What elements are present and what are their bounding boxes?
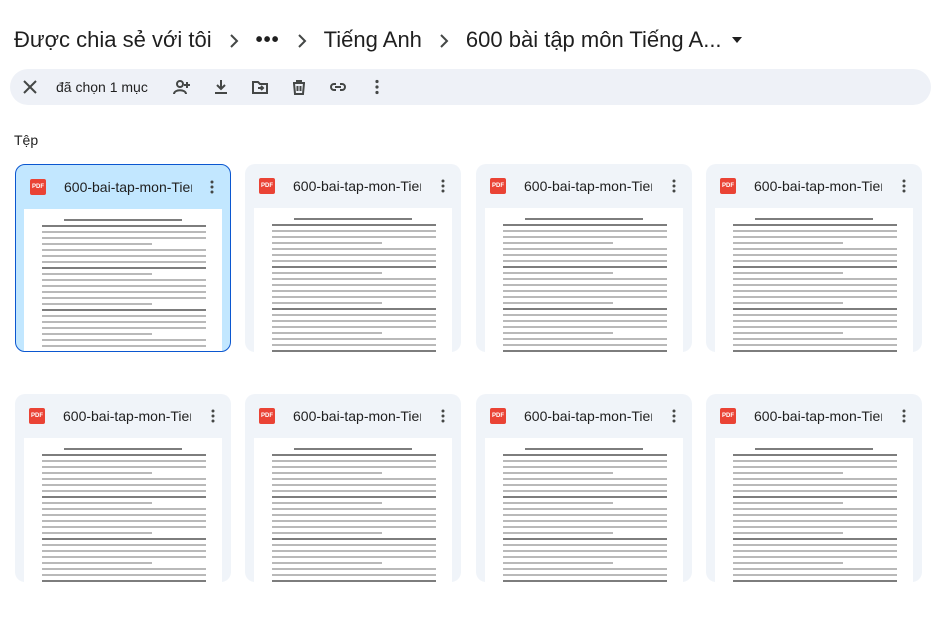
selection-toolbar: đã chọn 1 mục bbox=[10, 69, 931, 105]
file-card[interactable]: PDF 600-bai-tap-mon-Tieng-Anh bbox=[245, 394, 461, 582]
file-thumbnail bbox=[254, 438, 452, 582]
file-name: 600-bai-tap-mon-Tieng-Anh bbox=[524, 178, 652, 194]
file-name: 600-bai-tap-mon-Tieng-Anh bbox=[293, 408, 421, 424]
file-name: 600-bai-tap-mon-Tieng-Anh bbox=[293, 178, 421, 194]
pdf-file-icon: PDF bbox=[29, 408, 45, 424]
download-icon[interactable] bbox=[209, 75, 233, 99]
more-vert-icon[interactable] bbox=[198, 173, 226, 201]
chevron-right-icon bbox=[226, 27, 242, 53]
file-card-header: PDF 600-bai-tap-mon-Tieng-Anh bbox=[16, 165, 230, 209]
breadcrumb-current-folder[interactable]: 600 bài tập môn Tiếng A... bbox=[466, 27, 722, 53]
file-card-header: PDF 600-bai-tap-mon-Tieng-Anh bbox=[15, 394, 231, 438]
section-label-files: Tệp bbox=[14, 132, 39, 148]
file-thumbnail bbox=[715, 208, 913, 352]
breadcrumb-folder-tieng-anh[interactable]: Tiếng Anh bbox=[324, 27, 422, 53]
file-name: 600-bai-tap-mon-Tieng-Anh bbox=[754, 178, 882, 194]
file-name: 600-bai-tap-mon-Tieng-Anh bbox=[63, 408, 191, 424]
more-vert-icon[interactable] bbox=[660, 402, 688, 430]
file-card-header: PDF 600-bai-tap-mon-Tieng-Anh bbox=[706, 164, 922, 208]
file-thumbnail bbox=[254, 208, 452, 352]
breadcrumb-more-button[interactable]: ••• bbox=[256, 29, 280, 52]
trash-icon[interactable] bbox=[287, 75, 311, 99]
chevron-right-icon bbox=[436, 27, 452, 53]
more-vert-icon[interactable] bbox=[199, 402, 227, 430]
file-card-header: PDF 600-bai-tap-mon-Tieng-Anh bbox=[706, 394, 922, 438]
move-to-folder-icon[interactable] bbox=[248, 75, 272, 99]
file-card-header: PDF 600-bai-tap-mon-Tieng-Anh bbox=[245, 164, 461, 208]
pdf-file-icon: PDF bbox=[259, 178, 275, 194]
selection-count: đã chọn 1 mục bbox=[56, 79, 148, 95]
file-card[interactable]: PDF 600-bai-tap-mon-Tieng-Anh bbox=[245, 164, 461, 352]
file-card[interactable]: PDF 600-bai-tap-mon-Tieng-Anh bbox=[15, 394, 231, 582]
close-icon[interactable] bbox=[18, 75, 42, 99]
file-card[interactable]: PDF 600-bai-tap-mon-Tieng-Anh bbox=[476, 394, 692, 582]
file-card[interactable]: PDF 600-bai-tap-mon-Tieng-Anh bbox=[15, 164, 231, 352]
more-vert-icon[interactable] bbox=[429, 402, 457, 430]
pdf-file-icon: PDF bbox=[30, 179, 46, 195]
file-card[interactable]: PDF 600-bai-tap-mon-Tieng-Anh bbox=[706, 164, 922, 352]
pdf-file-icon: PDF bbox=[259, 408, 275, 424]
pdf-file-icon: PDF bbox=[490, 178, 506, 194]
breadcrumb-shared-with-me[interactable]: Được chia sẻ với tôi bbox=[14, 27, 212, 53]
pdf-file-icon: PDF bbox=[720, 178, 736, 194]
more-vert-icon[interactable] bbox=[660, 172, 688, 200]
pdf-file-icon: PDF bbox=[490, 408, 506, 424]
file-name: 600-bai-tap-mon-Tieng-Anh bbox=[754, 408, 882, 424]
file-name: 600-bai-tap-mon-Tieng-Anh bbox=[524, 408, 652, 424]
file-card-header: PDF 600-bai-tap-mon-Tieng-Anh bbox=[245, 394, 461, 438]
file-thumbnail bbox=[24, 438, 222, 582]
add-person-icon[interactable] bbox=[170, 75, 194, 99]
link-icon[interactable] bbox=[326, 75, 350, 99]
file-card[interactable]: PDF 600-bai-tap-mon-Tieng-Anh bbox=[476, 164, 692, 352]
breadcrumb: Được chia sẻ với tôi ••• Tiếng Anh 600 b… bbox=[14, 22, 742, 58]
file-name: 600-bai-tap-mon-Tieng-Anh bbox=[64, 179, 192, 195]
more-vert-icon[interactable] bbox=[365, 75, 389, 99]
more-vert-icon[interactable] bbox=[890, 402, 918, 430]
caret-down-icon[interactable] bbox=[731, 37, 742, 43]
more-vert-icon[interactable] bbox=[429, 172, 457, 200]
pdf-file-icon: PDF bbox=[720, 408, 736, 424]
chevron-right-icon bbox=[294, 27, 310, 53]
more-vert-icon[interactable] bbox=[890, 172, 918, 200]
file-card[interactable]: PDF 600-bai-tap-mon-Tieng-Anh bbox=[706, 394, 922, 582]
file-thumbnail bbox=[715, 438, 913, 582]
file-thumbnail bbox=[485, 438, 683, 582]
file-card-header: PDF 600-bai-tap-mon-Tieng-Anh bbox=[476, 164, 692, 208]
file-thumbnail bbox=[485, 208, 683, 352]
file-thumbnail bbox=[24, 209, 222, 351]
file-card-header: PDF 600-bai-tap-mon-Tieng-Anh bbox=[476, 394, 692, 438]
